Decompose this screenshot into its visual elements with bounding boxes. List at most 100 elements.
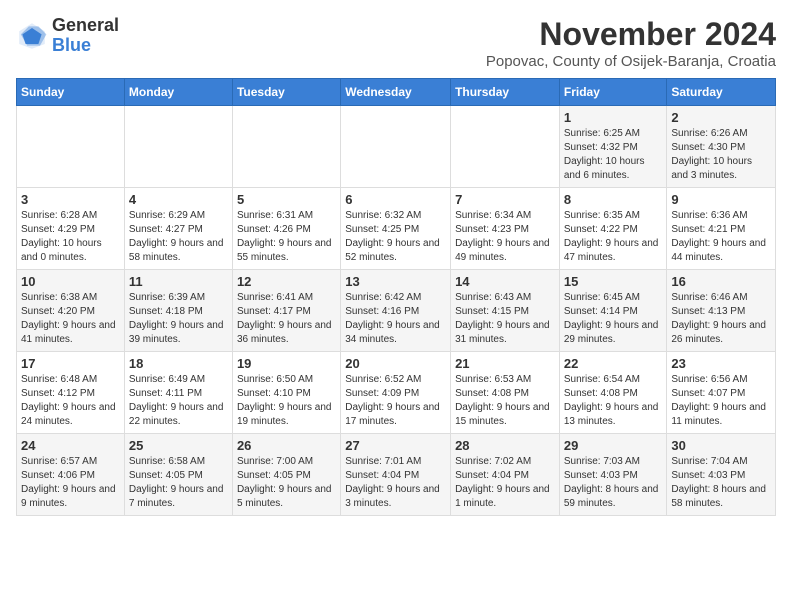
- day-info: Sunrise: 6:35 AM Sunset: 4:22 PM Dayligh…: [564, 209, 663, 265]
- day-info: Sunrise: 6:53 AM Sunset: 4:08 PM Dayligh…: [455, 373, 555, 429]
- calendar-cell: 17Sunrise: 6:48 AM Sunset: 4:12 PM Dayli…: [17, 352, 125, 434]
- day-number: 6: [345, 192, 446, 207]
- logo-general-text: General: [52, 16, 119, 36]
- calendar-cell: 27Sunrise: 7:01 AM Sunset: 4:04 PM Dayli…: [341, 434, 451, 516]
- day-info: Sunrise: 6:36 AM Sunset: 4:21 PM Dayligh…: [671, 209, 771, 265]
- calendar-cell: 9 Sunrise: 6:36 AM Sunset: 4:21 PM Daylig…: [667, 188, 776, 270]
- column-header-tuesday: Tuesday: [232, 79, 340, 106]
- column-header-sunday: Sunday: [17, 79, 125, 106]
- day-number: 9: [671, 192, 771, 207]
- day-info: Sunrise: 6:58 AM Sunset: 4:05 PM Dayligh…: [129, 455, 228, 511]
- day-number: 10: [21, 274, 120, 289]
- day-info: Sunrise: 6:26 AM Sunset: 4:30 PM Dayligh…: [671, 127, 771, 183]
- column-header-friday: Friday: [559, 79, 667, 106]
- calendar-cell: 10 Sunrise: 6:38 AM Sunset: 4:20 PM Dayli…: [17, 270, 125, 352]
- calendar-cell: 25 Sunrise: 6:58 AM Sunset: 4:05 PM Dayli…: [124, 434, 232, 516]
- calendar-cell: 26 Sunrise: 7:00 AM Sunset: 4:05 PM Dayli…: [232, 434, 340, 516]
- calendar-cell: 15Sunrise: 6:45 AM Sunset: 4:14 PM Dayli…: [559, 270, 667, 352]
- day-info: Sunrise: 7:02 AM Sunset: 4:04 PM Dayligh…: [455, 455, 555, 511]
- day-number: 30: [671, 438, 771, 453]
- calendar-week-2: 3Sunrise: 6:28 AM Sunset: 4:29 PM Daylig…: [17, 188, 776, 270]
- calendar-week-1: 1Sunrise: 6:25 AM Sunset: 4:32 PM Daylig…: [17, 106, 776, 188]
- day-info: Sunrise: 6:38 AM Sunset: 4:20 PM Dayligh…: [21, 291, 120, 347]
- day-info: Sunrise: 6:25 AM Sunset: 4:32 PM Dayligh…: [564, 127, 663, 183]
- day-number: 4: [129, 192, 228, 207]
- calendar-cell: 29 Sunrise: 7:03 AM Sunset: 4:03 PM Dayli…: [559, 434, 667, 516]
- day-info: Sunrise: 6:52 AM Sunset: 4:09 PM Dayligh…: [345, 373, 446, 429]
- month-title: November 2024: [486, 16, 776, 53]
- day-number: 19: [237, 356, 336, 371]
- calendar-cell: 30 Sunrise: 7:04 AM Sunset: 4:03 PM Dayli…: [667, 434, 776, 516]
- calendar-cell: 12 Sunrise: 6:41 AM Sunset: 4:17 PM Dayli…: [232, 270, 340, 352]
- day-number: 23: [671, 356, 771, 371]
- day-number: 13: [345, 274, 446, 289]
- calendar-cell: 18Sunrise: 6:49 AM Sunset: 4:11 PM Dayli…: [124, 352, 232, 434]
- logo: General Blue: [16, 16, 119, 56]
- day-number: 11: [129, 274, 228, 289]
- calendar-cell: [341, 106, 451, 188]
- day-number: 14: [455, 274, 555, 289]
- column-header-thursday: Thursday: [451, 79, 560, 106]
- day-number: 18: [129, 356, 228, 371]
- calendar-cell: 7Sunrise: 6:34 AM Sunset: 4:23 PM Daylig…: [451, 188, 560, 270]
- calendar-cell: 24Sunrise: 6:57 AM Sunset: 4:06 PM Dayli…: [17, 434, 125, 516]
- day-number: 2: [671, 110, 771, 125]
- day-info: Sunrise: 6:34 AM Sunset: 4:23 PM Dayligh…: [455, 209, 555, 265]
- logo-icon: [16, 20, 48, 52]
- day-info: Sunrise: 6:29 AM Sunset: 4:27 PM Dayligh…: [129, 209, 228, 265]
- calendar-header-row: SundayMondayTuesdayWednesdayThursdayFrid…: [17, 79, 776, 106]
- calendar-cell: 21 Sunrise: 6:53 AM Sunset: 4:08 PM Dayli…: [451, 352, 560, 434]
- calendar-cell: 14 Sunrise: 6:43 AM Sunset: 4:15 PM Dayli…: [451, 270, 560, 352]
- day-info: Sunrise: 7:00 AM Sunset: 4:05 PM Dayligh…: [237, 455, 336, 511]
- calendar-cell: 19Sunrise: 6:50 AM Sunset: 4:10 PM Dayli…: [232, 352, 340, 434]
- calendar-cell: 5 Sunrise: 6:31 AM Sunset: 4:26 PM Daylig…: [232, 188, 340, 270]
- day-info: Sunrise: 6:41 AM Sunset: 4:17 PM Dayligh…: [237, 291, 336, 347]
- day-number: 25: [129, 438, 228, 453]
- day-info: Sunrise: 6:31 AM Sunset: 4:26 PM Dayligh…: [237, 209, 336, 265]
- day-info: Sunrise: 6:54 AM Sunset: 4:08 PM Dayligh…: [564, 373, 663, 429]
- calendar-cell: 20 Sunrise: 6:52 AM Sunset: 4:09 PM Dayli…: [341, 352, 451, 434]
- column-header-monday: Monday: [124, 79, 232, 106]
- day-info: Sunrise: 6:57 AM Sunset: 4:06 PM Dayligh…: [21, 455, 120, 511]
- day-info: Sunrise: 6:42 AM Sunset: 4:16 PM Dayligh…: [345, 291, 446, 347]
- calendar-cell: 6 Sunrise: 6:32 AM Sunset: 4:25 PM Daylig…: [341, 188, 451, 270]
- day-info: Sunrise: 6:32 AM Sunset: 4:25 PM Dayligh…: [345, 209, 446, 265]
- calendar-cell: 23Sunrise: 6:56 AM Sunset: 4:07 PM Dayli…: [667, 352, 776, 434]
- day-number: 28: [455, 438, 555, 453]
- calendar-cell: [232, 106, 340, 188]
- day-number: 29: [564, 438, 663, 453]
- day-number: 16: [671, 274, 771, 289]
- calendar-cell: 16 Sunrise: 6:46 AM Sunset: 4:13 PM Dayli…: [667, 270, 776, 352]
- day-number: 26: [237, 438, 336, 453]
- day-info: Sunrise: 6:46 AM Sunset: 4:13 PM Dayligh…: [671, 291, 771, 347]
- calendar-cell: 8Sunrise: 6:35 AM Sunset: 4:22 PM Daylig…: [559, 188, 667, 270]
- day-number: 3: [21, 192, 120, 207]
- calendar-cell: 28 Sunrise: 7:02 AM Sunset: 4:04 PM Dayli…: [451, 434, 560, 516]
- day-info: Sunrise: 6:43 AM Sunset: 4:15 PM Dayligh…: [455, 291, 555, 347]
- calendar-cell: 3Sunrise: 6:28 AM Sunset: 4:29 PM Daylig…: [17, 188, 125, 270]
- day-info: Sunrise: 6:45 AM Sunset: 4:14 PM Dayligh…: [564, 291, 663, 347]
- day-number: 21: [455, 356, 555, 371]
- calendar-week-4: 17Sunrise: 6:48 AM Sunset: 4:12 PM Dayli…: [17, 352, 776, 434]
- day-number: 12: [237, 274, 336, 289]
- calendar-cell: [124, 106, 232, 188]
- day-number: 5: [237, 192, 336, 207]
- day-number: 17: [21, 356, 120, 371]
- calendar-week-3: 10 Sunrise: 6:38 AM Sunset: 4:20 PM Dayli…: [17, 270, 776, 352]
- column-header-saturday: Saturday: [667, 79, 776, 106]
- day-number: 22: [564, 356, 663, 371]
- calendar-cell: 13 Sunrise: 6:42 AM Sunset: 4:16 PM Dayli…: [341, 270, 451, 352]
- day-info: Sunrise: 6:39 AM Sunset: 4:18 PM Dayligh…: [129, 291, 228, 347]
- calendar-table: SundayMondayTuesdayWednesdayThursdayFrid…: [16, 78, 776, 516]
- calendar-cell: [17, 106, 125, 188]
- title-block: November 2024 Popovac, County of Osijek-…: [486, 16, 776, 70]
- calendar-cell: 11 Sunrise: 6:39 AM Sunset: 4:18 PM Dayli…: [124, 270, 232, 352]
- day-info: Sunrise: 7:03 AM Sunset: 4:03 PM Dayligh…: [564, 455, 663, 511]
- logo-text: General Blue: [52, 16, 119, 56]
- day-number: 20: [345, 356, 446, 371]
- calendar-cell: 2 Sunrise: 6:26 AM Sunset: 4:30 PM Daylig…: [667, 106, 776, 188]
- logo-blue-text: Blue: [52, 36, 119, 56]
- day-number: 27: [345, 438, 446, 453]
- day-info: Sunrise: 7:04 AM Sunset: 4:03 PM Dayligh…: [671, 455, 771, 511]
- calendar-cell: [451, 106, 560, 188]
